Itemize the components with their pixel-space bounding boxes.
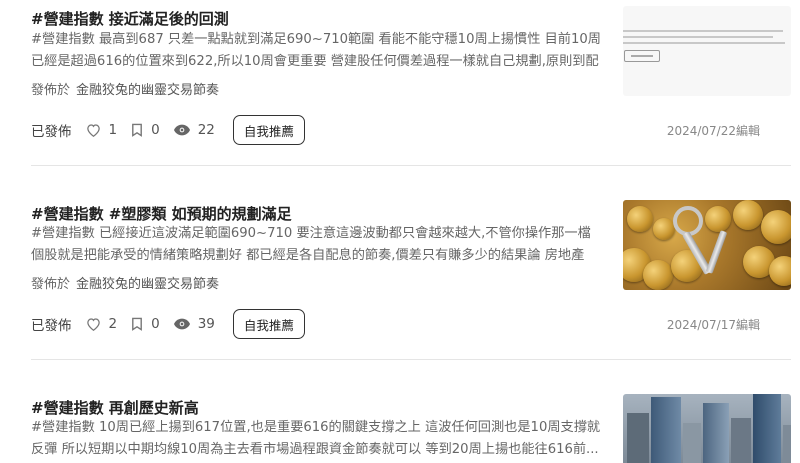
view-count: 22 xyxy=(173,122,215,138)
post-title[interactable]: #營建指數 接近滿足後的回測 xyxy=(31,8,229,29)
post-publisher: 發佈於 金融狡兔的幽靈交易節奏 xyxy=(31,79,219,98)
eye-icon xyxy=(173,318,190,330)
post-excerpt: #營建指數 最高到687 只差一點點就到滿足690~710範圍 看能不能守穩10… xyxy=(31,32,601,69)
post-title[interactable]: #營建指數 再創歷史新高 xyxy=(31,397,199,418)
post-feed: #營建指數 接近滿足後的回測 #營建指數 最高到687 只差一點點就到滿足690… xyxy=(0,0,800,463)
status-label: 已發佈 xyxy=(31,318,72,334)
post-date: 2024/07/22編輯 xyxy=(666,124,760,138)
eye-icon xyxy=(173,124,190,136)
publisher-label: 發佈於 xyxy=(31,277,71,292)
view-count-value: 39 xyxy=(197,316,215,332)
bookmark-outline-icon xyxy=(132,317,142,331)
like-count[interactable]: 1 xyxy=(86,122,118,138)
publisher-name[interactable]: 金融狡兔的幽靈交易節奏 xyxy=(76,83,219,98)
post-excerpt: #營建指數 10周已經上揚到617位置,也是重要616的關鍵支撐之上 這波任何回… xyxy=(31,420,601,457)
like-count[interactable]: 2 xyxy=(86,316,118,332)
post-stats: 已發佈 2 0 39 自我推薦 xyxy=(31,309,305,339)
view-count-value: 22 xyxy=(197,122,215,138)
publisher-label: 發佈於 xyxy=(31,83,71,98)
post-excerpt: #營建指數 已經接近這波滿足範圍690~710 要注意這邊波動都只會越來越大,不… xyxy=(31,226,591,263)
view-count: 39 xyxy=(173,316,215,332)
like-count-value: 1 xyxy=(108,122,118,138)
post-divider xyxy=(31,165,791,166)
bookmark-count-value: 0 xyxy=(151,316,160,332)
bookmark-count[interactable]: 0 xyxy=(131,122,160,138)
post-publisher: 發佈於 金融狡兔的幽靈交易節奏 xyxy=(31,273,219,292)
post-title[interactable]: #營建指數 #塑膠類 如預期的規劃滿足 xyxy=(31,203,292,224)
status-label: 已發佈 xyxy=(31,124,72,140)
heart-outline-icon xyxy=(86,318,100,331)
post-thumbnail[interactable] xyxy=(623,394,791,463)
self-promote-button[interactable]: 自我推薦 xyxy=(232,115,305,145)
bookmark-count-value: 0 xyxy=(151,122,160,138)
publisher-name[interactable]: 金融狡兔的幽靈交易節奏 xyxy=(76,277,219,292)
heart-outline-icon xyxy=(86,124,100,137)
post-divider xyxy=(31,359,791,360)
like-count-value: 2 xyxy=(108,316,118,332)
post-thumbnail[interactable] xyxy=(623,200,791,290)
post-thumbnail[interactable] xyxy=(623,6,791,96)
post-date: 2024/07/17編輯 xyxy=(666,318,760,332)
bookmark-count[interactable]: 0 xyxy=(131,316,160,332)
self-promote-button[interactable]: 自我推薦 xyxy=(232,309,305,339)
bookmark-outline-icon xyxy=(132,123,142,137)
post-stats: 已發佈 1 0 22 自我推薦 xyxy=(31,115,305,145)
